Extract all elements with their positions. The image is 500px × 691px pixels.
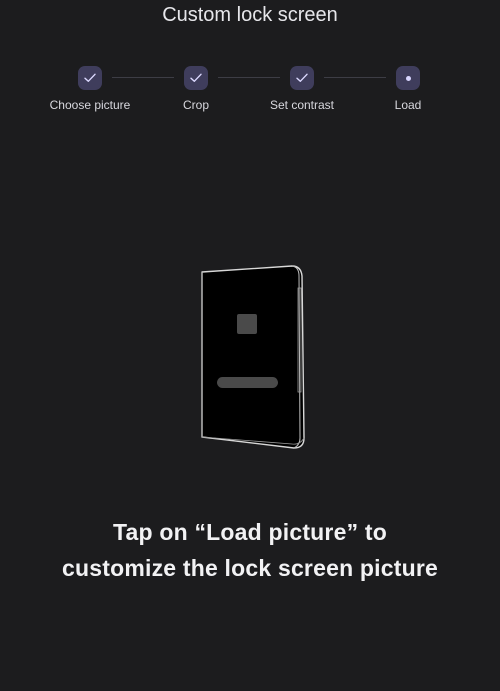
instruction-line-1: Tap on “Load picture” to bbox=[113, 519, 387, 545]
check-icon bbox=[190, 73, 202, 82]
step-completed-indicator bbox=[78, 66, 102, 90]
dot-icon bbox=[405, 75, 411, 81]
page-title: Custom lock screen bbox=[162, 4, 338, 26]
step-current-indicator bbox=[396, 66, 420, 90]
instruction-message: Tap on “Load picture” to customize the l… bbox=[0, 514, 500, 586]
foldable-phone-icon bbox=[196, 262, 308, 457]
instruction-line-2: customize the lock screen picture bbox=[61, 555, 438, 581]
check-icon bbox=[84, 73, 96, 82]
step-label: Set contrast bbox=[269, 98, 335, 112]
step-completed-indicator bbox=[290, 66, 314, 90]
progress-stepper: Choose picture Crop Set contrast Load bbox=[0, 66, 500, 126]
step-label: Crop bbox=[182, 98, 209, 112]
step-label: Load bbox=[394, 98, 422, 112]
step-completed-indicator bbox=[184, 66, 208, 90]
step-crop: Crop bbox=[136, 66, 256, 112]
step-set-contrast: Set contrast bbox=[242, 66, 362, 112]
check-icon bbox=[296, 73, 308, 82]
step-load: Load bbox=[348, 66, 468, 112]
step-label: Choose picture bbox=[49, 98, 131, 112]
step-choose-picture: Choose picture bbox=[30, 66, 150, 112]
